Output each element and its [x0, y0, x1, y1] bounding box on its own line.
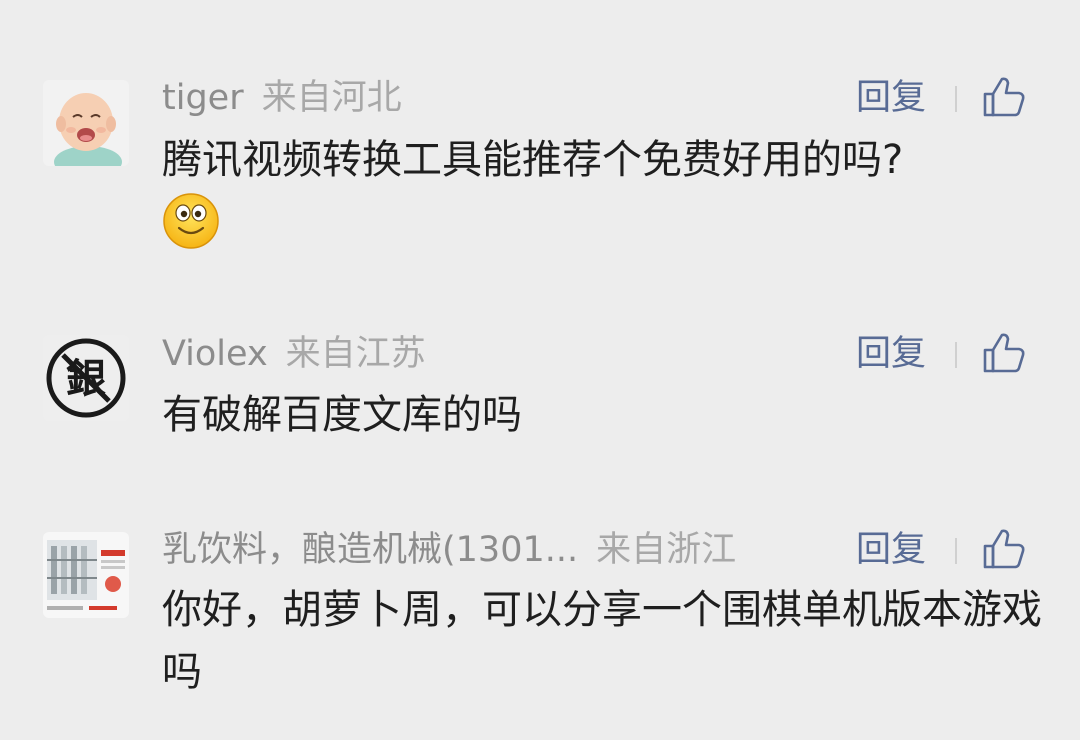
- commenter-name[interactable]: Violex: [162, 334, 268, 374]
- commenter-location: 来自河北: [261, 78, 402, 118]
- thumbs-up-icon[interactable]: [982, 331, 1026, 375]
- comment-meta: 乳饮料，酿造机械(1301... 来自浙江: [162, 528, 736, 572]
- avatar[interactable]: [43, 80, 129, 166]
- machinery-avatar-image: [43, 532, 129, 618]
- svg-text:銀: 銀: [66, 355, 106, 402]
- thumbs-up-icon[interactable]: [982, 75, 1026, 119]
- commenter-location: 来自江苏: [285, 334, 426, 374]
- divider: [955, 86, 957, 112]
- reply-button[interactable]: 回复: [856, 528, 926, 572]
- thumbs-up-icon[interactable]: [982, 527, 1026, 571]
- comment-text: 腾讯视频转换工具能推荐个免费好用的吗?: [162, 137, 904, 183]
- comment-actions: 回复: [856, 528, 1046, 572]
- comment-text: 你好，胡萝卜周，可以分享一个围棋单机版本游戏吗: [162, 587, 1042, 695]
- commenter-name[interactable]: 乳饮料，酿造机械(1301...: [162, 530, 578, 570]
- comment-item: tiger 来自河北 回复 腾讯视频转换工具能推荐个免费好用的吗?: [0, 0, 1080, 300]
- smile-emoji-icon: [162, 192, 220, 250]
- avatar[interactable]: [43, 532, 129, 618]
- comment-item: 乳饮料，酿造机械(1301... 来自浙江 回复 你好，胡萝卜周，可以分享一个围棋…: [0, 500, 1080, 740]
- comment-meta: Violex 来自江苏: [162, 332, 426, 376]
- comment-actions: 回复: [856, 76, 1046, 120]
- yin-character-avatar-image: 銀: [43, 335, 129, 421]
- commenter-location: 来自浙江: [596, 530, 737, 570]
- baby-avatar-image: [43, 80, 129, 166]
- comment-item: 銀 Violex 来自江苏 回复 有破解百度文库的吗: [0, 300, 1080, 500]
- reply-button[interactable]: 回复: [856, 332, 926, 376]
- avatar[interactable]: 銀: [43, 335, 129, 421]
- divider: [955, 538, 957, 564]
- comment-text: 有破解百度文库的吗: [162, 392, 522, 438]
- comment-meta: tiger 来自河北: [162, 76, 402, 120]
- reply-button[interactable]: 回复: [856, 76, 926, 120]
- commenter-name[interactable]: tiger: [162, 78, 244, 118]
- comment-actions: 回复: [856, 332, 1046, 376]
- divider: [955, 342, 957, 368]
